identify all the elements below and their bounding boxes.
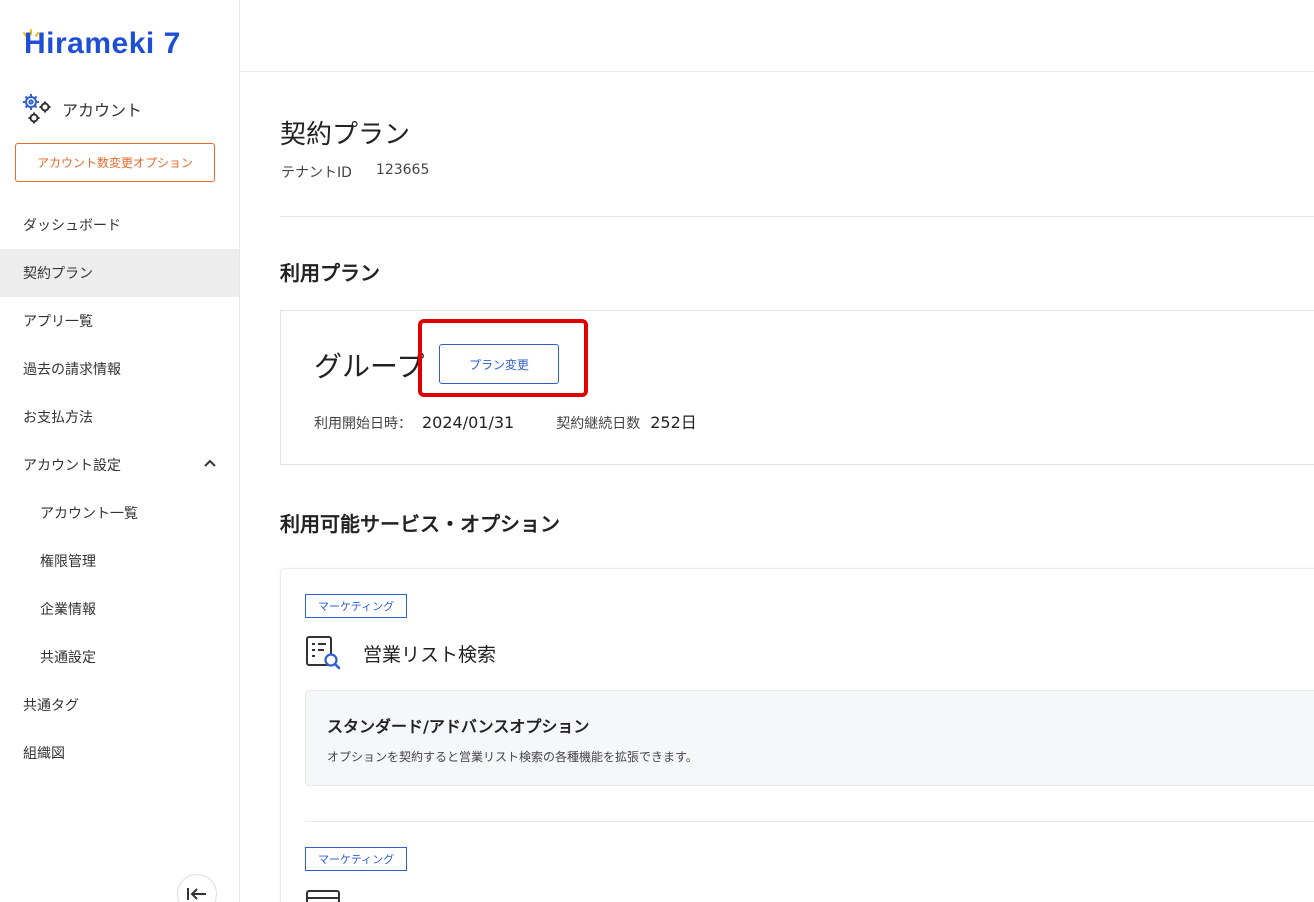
start-date-label: 利用開始日時：	[314, 416, 412, 432]
sidebar-item-label: 契約プラン	[23, 266, 93, 282]
account-label: アカウント	[62, 101, 143, 120]
plan-meta: 利用開始日時： 2024/01/31 契約継続日数 252日	[314, 409, 697, 433]
sidebar-item-label: 権限管理	[40, 554, 96, 570]
highlight-box	[418, 319, 588, 397]
service-name: 営業リスト検索	[363, 643, 497, 666]
sidebar-nav: ダッシュボード 契約プラン アプリ一覧 過去の請求情報 お支払方法 アカウント設…	[0, 201, 239, 777]
sidebar-item-org-chart[interactable]: 組織図	[0, 729, 239, 777]
sidebar-item-company-info[interactable]: 企業情報	[0, 585, 239, 633]
sidebar-item-label: お支払方法	[23, 410, 93, 426]
logo-text: Hirameki 7	[24, 27, 181, 60]
account-option-button[interactable]: アカウント数変更オプション	[15, 143, 215, 182]
chevron-up-icon[interactable]	[203, 458, 217, 468]
sidebar-item-billing-history[interactable]: 過去の請求情報	[0, 345, 239, 393]
divider	[280, 216, 1314, 217]
sidebar-item-label: アカウント一覧	[40, 506, 138, 522]
sidebar-item-account-list[interactable]: アカウント一覧	[0, 489, 239, 537]
services-section-title: 利用可能サービス・オプション	[280, 512, 560, 536]
sidebar-item-apps[interactable]: アプリ一覧	[0, 297, 239, 345]
sidebar-item-payment-method[interactable]: お支払方法	[0, 393, 239, 441]
sidebar-item-label: 組織図	[23, 746, 65, 762]
tenant-info: テナントID 123665	[281, 162, 429, 182]
option-title: スタンダード/アドバンスオプション	[327, 717, 590, 736]
sidebar: Hirameki 7 アカウント アカウント数変更オプション ダッシュボード 契…	[0, 0, 240, 902]
account-header: アカウント	[20, 92, 142, 126]
sidebar-item-permissions[interactable]: 権限管理	[0, 537, 239, 585]
sidebar-item-label: アプリ一覧	[23, 314, 93, 330]
sidebar-item-common-settings[interactable]: 共通設定	[0, 633, 239, 681]
sidebar-item-dashboard[interactable]: ダッシュボード	[0, 201, 239, 249]
sidebar-item-label: 共通タグ	[23, 698, 79, 714]
top-bar	[240, 0, 1314, 72]
sidebar-item-label: 企業情報	[40, 602, 96, 618]
contract-days-label: 契約継続日数	[556, 416, 641, 432]
list-search-icon	[306, 636, 341, 670]
logo[interactable]: Hirameki 7	[20, 22, 181, 62]
contract-days-value: 252日	[650, 413, 697, 432]
category-tag: マーケティング	[305, 847, 408, 871]
collapse-sidebar-button[interactable]	[177, 874, 217, 902]
sidebar-item-common-tags[interactable]: 共通タグ	[0, 681, 239, 729]
sidebar-item-label: 共通設定	[40, 650, 96, 666]
tenant-id-value: 123665	[375, 162, 430, 178]
sidebar-item-account-settings[interactable]: アカウント設定	[0, 441, 239, 489]
sidebar-item-label: アカウント設定	[23, 458, 121, 474]
divider	[305, 821, 1314, 822]
collapse-left-icon	[187, 888, 206, 900]
page-title: 契約プラン	[280, 120, 411, 150]
option-box[interactable]: スタンダード/アドバンスオプション オプションを契約すると営業リスト検索の各種機…	[305, 690, 1314, 786]
tenant-id-label: テナントID	[281, 165, 352, 181]
start-date-value: 2024/01/31	[422, 413, 515, 432]
service-header: 営業リスト検索	[305, 635, 496, 671]
category-tag: マーケティング	[305, 594, 408, 618]
sidebar-item-label: 過去の請求情報	[23, 362, 121, 378]
browser-window-icon	[306, 890, 340, 902]
plan-name: グループ	[314, 350, 425, 383]
plan-card: グループ プラン変更 利用開始日時： 2024/01/31 契約継続日数 252…	[280, 310, 1314, 465]
gears-icon	[23, 94, 51, 124]
sidebar-item-label: ダッシュボード	[23, 218, 121, 234]
services-card: マーケティング 営業リスト検索 スタンダード/アドバンスオプション オプションを…	[280, 568, 1314, 902]
option-description: オプションを契約すると営業リスト検索の各種機能を拡張できます。	[327, 750, 698, 764]
sidebar-item-contract-plan[interactable]: 契約プラン	[0, 249, 239, 297]
plan-section-title: 利用プラン	[280, 261, 380, 285]
